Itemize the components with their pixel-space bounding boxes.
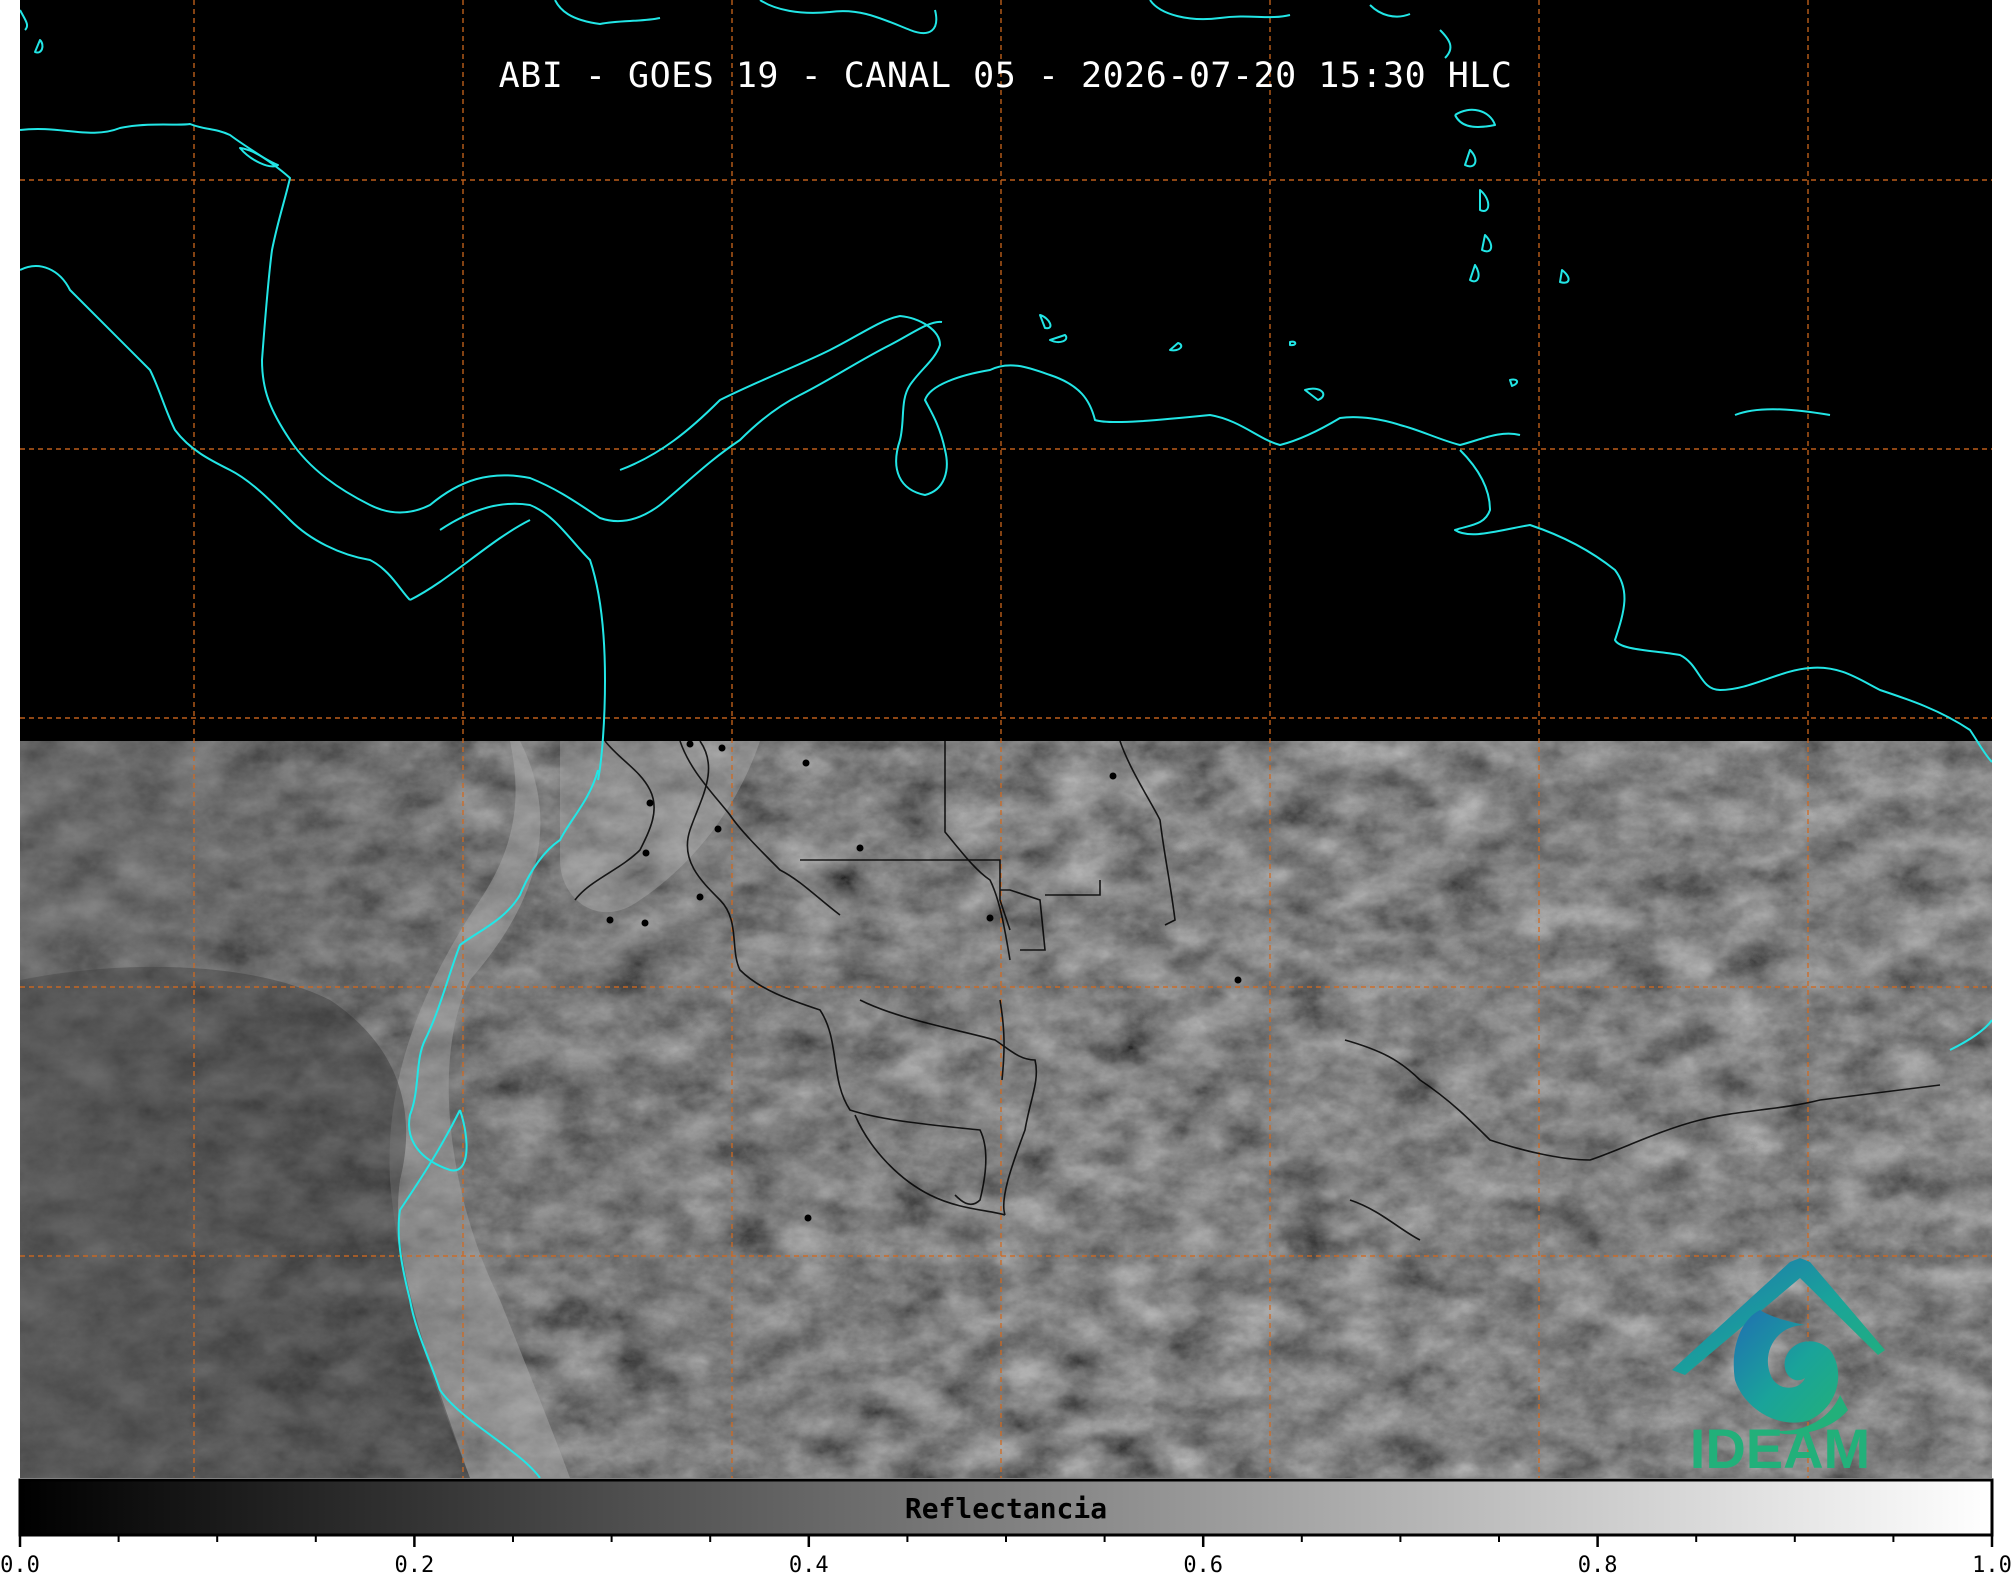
colorbar-tick-label: 0.8: [1578, 1553, 1618, 1577]
colorbar-ticks: 0.0 0.2 0.4 0.6 0.8 1.0: [0, 1535, 2011, 1577]
colorbar: Reflectancia 0.0 0.2 0.4 0.6 0.8 1.0: [0, 1478, 2011, 1577]
night-region: [20, 0, 1992, 741]
colorbar-tick-label: 0.0: [0, 1553, 40, 1577]
map-title: ABI - GOES 19 - CANAL 05 - 2026-07-20 15…: [498, 56, 1513, 96]
satellite-map: IDEAM Reflectancia 0.0 0.2 0.4 0.6 0.8 1.0: [0, 0, 2011, 1577]
satellite-imagery: [20, 741, 1992, 1478]
ideam-logo-text: IDEAM: [1690, 1417, 1870, 1480]
colorbar-tick-label: 0.6: [1183, 1553, 1223, 1577]
colorbar-tick-label: 0.2: [395, 1553, 435, 1577]
colorbar-tick-label: 0.4: [789, 1553, 829, 1577]
colorbar-label: Reflectancia: [905, 1492, 1107, 1525]
colorbar-tick-label: 1.0: [1972, 1553, 2011, 1577]
